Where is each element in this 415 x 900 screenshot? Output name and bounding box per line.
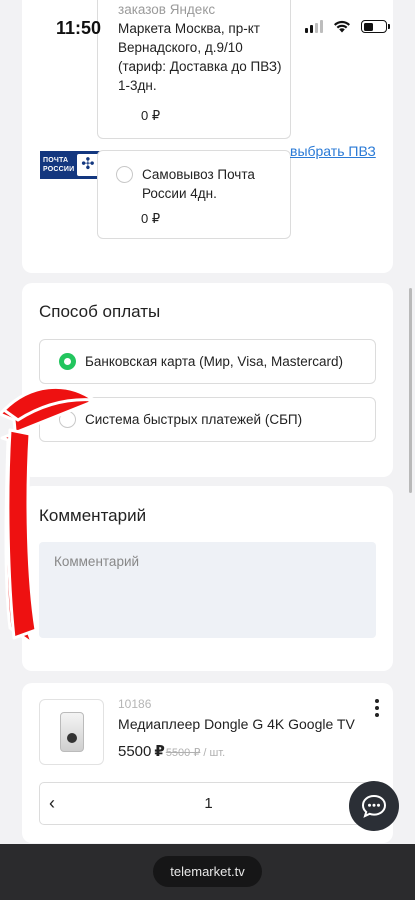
pvz-pochta-text: Самовывоз Почта России 4дн.: [142, 167, 255, 201]
quantity-stepper[interactable]: ‹ 1: [39, 782, 376, 825]
payment-heading: Способ оплаты: [39, 302, 161, 321]
payment-card-radio[interactable]: [59, 353, 76, 370]
payment-option-card[interactable]: Банковская карта (Мир, Visa, Mastercard): [39, 339, 376, 384]
pvz-pochta-price: 0 ₽: [141, 211, 161, 226]
more-options-icon[interactable]: [375, 699, 379, 717]
dongle-device-icon: [59, 712, 84, 752]
product-sku: 10186: [118, 697, 152, 711]
cellular-signal-icon: [305, 20, 323, 33]
pvz-option-pochta[interactable]: Самовывоз Почта России 4дн. 0 ₽: [97, 150, 291, 239]
red-arrow-annotation: [0, 385, 96, 646]
quantity-value: 1: [204, 795, 213, 812]
pvz-pochta-radio[interactable]: [116, 166, 133, 183]
browser-bottom-bar: telemarket.tv: [0, 844, 415, 900]
pochta-rossii-logo: ПОЧТА РОССИИ ✣: [40, 151, 102, 179]
status-bar: 11:50: [0, 0, 415, 56]
choose-pvz-link[interactable]: выбрать ПВЗ: [290, 143, 376, 159]
status-icons: [305, 20, 390, 33]
address-bar[interactable]: telemarket.tv: [153, 856, 262, 887]
wifi-icon: [334, 20, 350, 33]
page-scrollbar[interactable]: [409, 288, 412, 493]
product-unit: / шт.: [203, 747, 226, 759]
cart-item-card: 10186 Медиаплеер Dongle G 4K Google TV 5…: [22, 683, 393, 843]
battery-icon: [361, 20, 390, 33]
product-old-price: 5500 ₽: [165, 747, 201, 759]
product-name[interactable]: Медиаплеер Dongle G 4K Google TV: [118, 716, 355, 732]
product-price: 5500: [118, 743, 152, 760]
product-currency: ₽: [154, 743, 165, 760]
chat-button[interactable]: [349, 781, 399, 831]
status-time: 11:50: [56, 18, 102, 38]
payment-option-label: Система быстрых платежей (СБП): [85, 412, 303, 427]
pvz-yandex-price: 0 ₽: [141, 108, 161, 123]
eagle-emblem-icon: ✣: [77, 154, 99, 176]
payment-option-label: Банковская карта (Мир, Visa, Mastercard): [85, 354, 343, 369]
product-image[interactable]: [39, 699, 104, 765]
product-price-row: 5500 ₽ 5500 ₽ / шт.: [118, 742, 225, 760]
chat-bubble-icon: [361, 794, 387, 818]
